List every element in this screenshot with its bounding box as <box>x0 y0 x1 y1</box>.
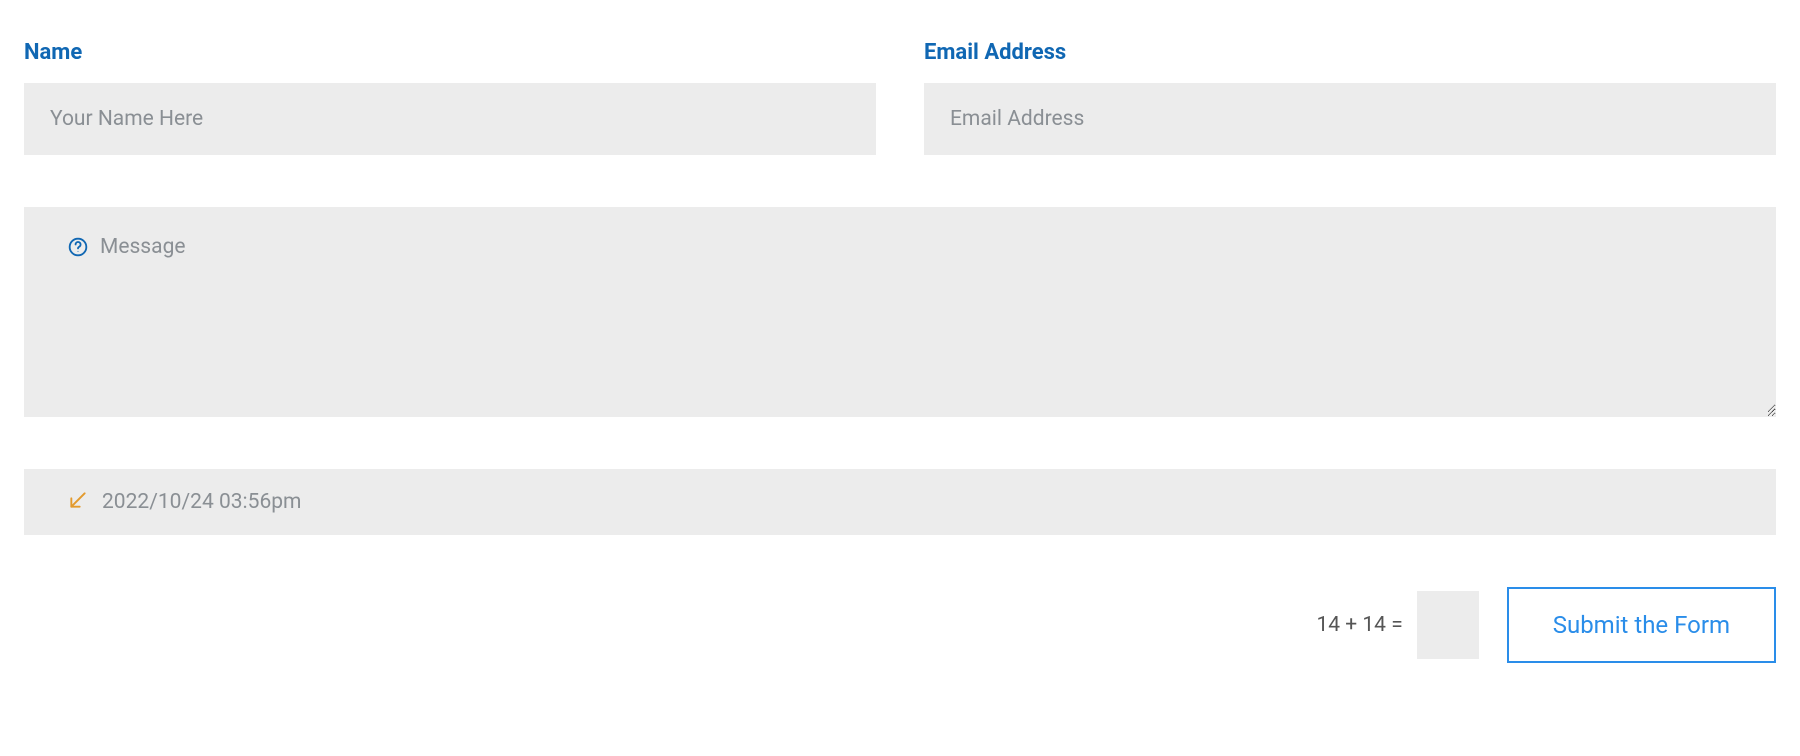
form-footer: 14 + 14 = Submit the Form <box>24 587 1776 663</box>
email-label: Email Address <box>924 40 1776 65</box>
submit-button[interactable]: Submit the Form <box>1507 587 1776 663</box>
captcha-question: 14 + 14 = <box>1316 613 1402 637</box>
captcha-group: 14 + 14 = <box>1316 591 1478 659</box>
email-field-group: Email Address <box>924 40 1776 155</box>
arrow-down-right-box-icon <box>68 490 88 514</box>
name-input[interactable] <box>24 83 876 155</box>
captcha-input[interactable] <box>1417 591 1479 659</box>
message-wrap <box>24 207 1776 417</box>
message-row <box>24 207 1776 417</box>
contact-form: Name Email Address <box>24 40 1776 663</box>
datetime-display[interactable]: 2022/10/24 03:56pm <box>24 469 1776 535</box>
message-textarea[interactable] <box>24 207 1776 413</box>
name-label: Name <box>24 40 876 65</box>
email-input[interactable] <box>924 83 1776 155</box>
name-field-group: Name <box>24 40 876 155</box>
name-email-row: Name Email Address <box>24 40 1776 155</box>
datetime-value: 2022/10/24 03:56pm <box>102 490 301 514</box>
datetime-row: 2022/10/24 03:56pm <box>24 469 1776 535</box>
